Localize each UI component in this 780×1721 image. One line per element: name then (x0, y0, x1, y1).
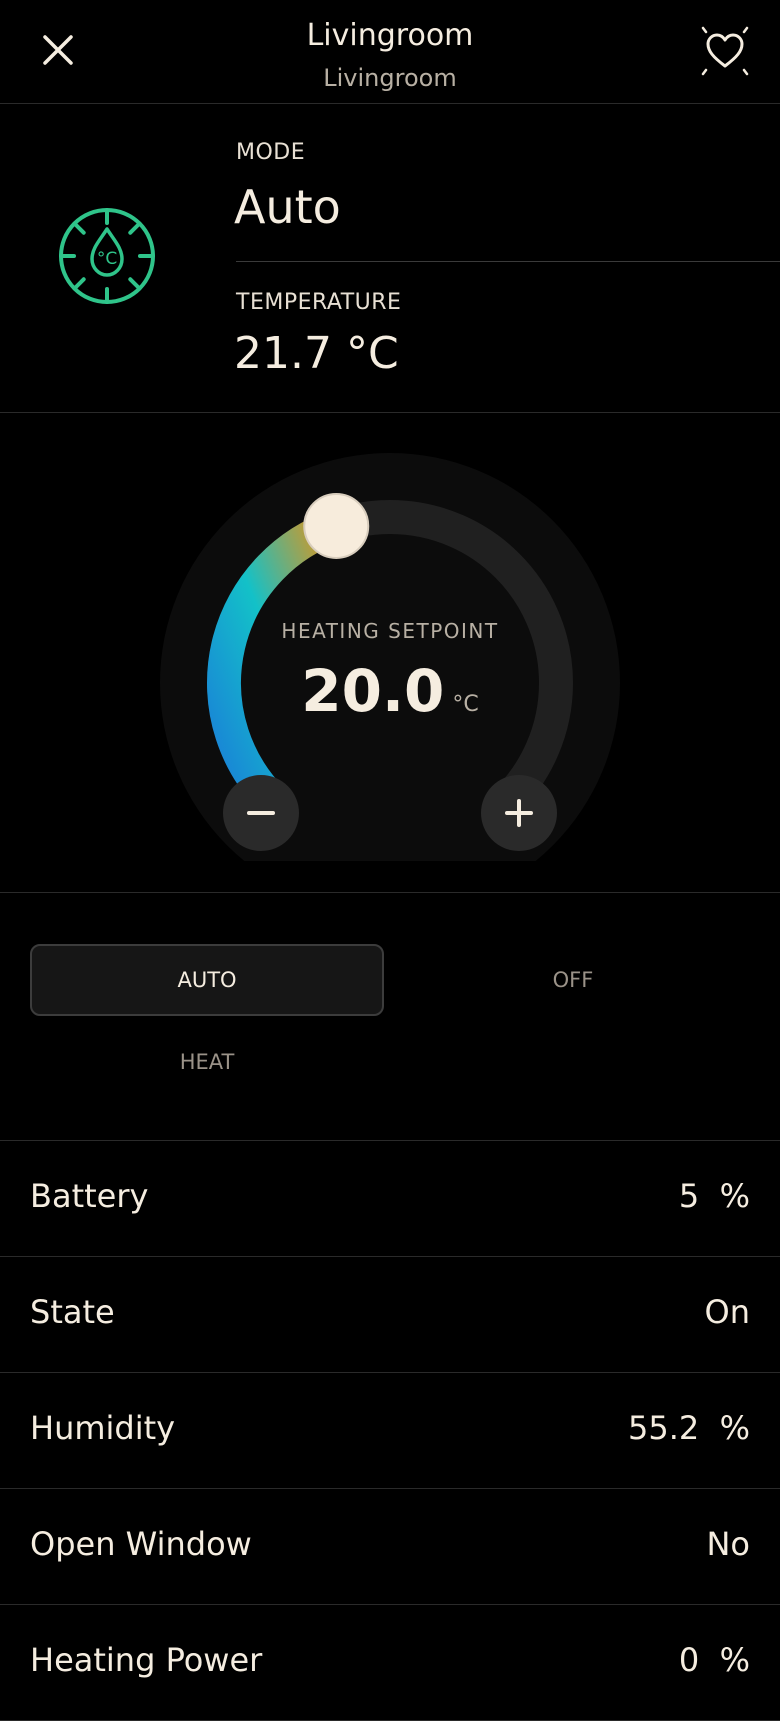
attribute-name: Open Window (30, 1525, 252, 1563)
plus-icon (505, 799, 533, 827)
attribute-row-open-window: Open Window No (0, 1489, 780, 1605)
increase-setpoint-button[interactable] (481, 775, 557, 851)
attribute-row-humidity: Humidity 55.2 % (0, 1373, 780, 1489)
setpoint-unit: °C (452, 692, 479, 717)
info-divider (236, 261, 780, 262)
temperature-value: 21.7 °C (234, 328, 399, 379)
setpoint-value: 20.0 (301, 657, 445, 725)
attribute-value: 5 % (678, 1177, 750, 1215)
minus-icon (247, 811, 275, 815)
setpoint-label: HEATING SETPOINT (281, 619, 499, 643)
header-bar: Livingroom Livingroom (0, 0, 780, 104)
favorite-button[interactable] (694, 20, 756, 82)
mode-label: MODE (236, 140, 306, 165)
thermostat-icon: °C (59, 208, 155, 304)
hvac-mode-selector: AUTO OFF HEAT (0, 893, 780, 1141)
attribute-name: State (30, 1293, 115, 1331)
attribute-value: On (704, 1293, 750, 1331)
mode-auto-button[interactable]: AUTO (30, 944, 384, 1016)
attribute-list: Battery 5 % State On Humidity 55.2 % Ope… (0, 1141, 780, 1721)
decrease-setpoint-button[interactable] (223, 775, 299, 851)
attribute-name: Heating Power (30, 1641, 263, 1679)
attribute-value: No (706, 1525, 750, 1563)
heart-sparkle-icon (701, 26, 749, 76)
temperature-label: TEMPERATURE (236, 290, 402, 315)
attribute-value: 0 % (678, 1641, 750, 1679)
attribute-value: 55.2 % (628, 1409, 750, 1447)
page-title: Livingroom (306, 18, 474, 53)
mode-value: Auto (234, 180, 341, 234)
info-card: °C MODE Auto TEMPERATURE 21.7 °C (0, 104, 780, 413)
setpoint-dial-section: HEATING SETPOINT 20.0 °C (0, 413, 780, 893)
dial-handle (303, 492, 370, 559)
setpoint-readout: 20.0 °C (0, 657, 780, 725)
setpoint-dial[interactable] (0, 413, 780, 892)
attribute-name: Battery (30, 1177, 149, 1215)
mode-off-button[interactable]: OFF (396, 944, 750, 1016)
attribute-row-battery: Battery 5 % (0, 1141, 780, 1257)
attribute-name: Humidity (30, 1409, 176, 1447)
mode-heat-button[interactable]: HEAT (30, 1026, 384, 1098)
attribute-row-heating-power: Heating Power 0 % (0, 1605, 780, 1721)
page-subtitle: Livingroom (323, 64, 457, 92)
svg-text:°C: °C (97, 249, 117, 269)
attribute-row-state: State On (0, 1257, 780, 1373)
